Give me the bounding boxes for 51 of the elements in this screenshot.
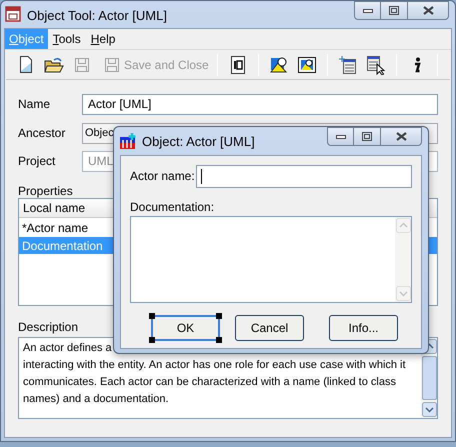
folder-icon <box>44 56 64 72</box>
scroll-thumb[interactable] <box>422 356 436 400</box>
dialog-button[interactable]: Cancel <box>235 315 304 341</box>
dialog-title: Object: Actor [UML] <box>142 133 255 151</box>
new-form-icon <box>338 56 357 74</box>
project-label: Project <box>18 153 56 170</box>
maximize-button[interactable] <box>381 1 407 20</box>
minimize-button[interactable] <box>354 1 381 20</box>
image-icon <box>270 56 288 72</box>
window-title: Object Tool: Actor [UML] <box>27 7 167 25</box>
minimize-icon <box>362 8 372 12</box>
description-text: An actor defines a interacting with the entity. An actor has one role for each use case with which it communicates. Each actor can be characterized with a name (linked to class names) and a documentation. <box>22 341 407 407</box>
text-cursor <box>201 168 202 184</box>
save-icon <box>104 56 120 72</box>
minimize-icon <box>336 134 346 138</box>
save-icon <box>74 56 90 72</box>
framed-image-icon <box>298 56 316 72</box>
scroll-down-icon <box>396 286 410 301</box>
actor-name-label: Actor name: <box>130 168 196 185</box>
new-file-icon <box>19 56 33 73</box>
info-icon <box>412 56 421 72</box>
documentation-scrollbar[interactable] <box>395 217 411 302</box>
select-form-button[interactable] <box>364 54 387 76</box>
id-card-icon <box>230 56 245 74</box>
dialog-button[interactable]: OK <box>151 315 220 341</box>
properties-label: Properties <box>18 183 73 197</box>
ancestor-label: Ancestor <box>18 125 66 142</box>
maximize-icon <box>389 6 399 15</box>
maximize-icon <box>362 132 372 141</box>
scroll-down-icon <box>422 402 436 417</box>
app-icon <box>120 133 136 149</box>
minimize-button[interactable] <box>327 127 354 146</box>
name-label: Name <box>18 96 52 113</box>
app-icon <box>5 6 21 22</box>
close-button[interactable] <box>407 1 449 20</box>
close-icon <box>396 132 406 141</box>
name-field[interactable]: Actor [UML] <box>82 94 438 114</box>
form-cursor-icon <box>366 54 386 74</box>
dialog-button[interactable]: Info... <box>329 315 398 341</box>
menu-item[interactable]: Help <box>86 29 120 49</box>
actor-name-field[interactable] <box>196 164 412 188</box>
maximize-button[interactable] <box>354 127 380 146</box>
description-label: Description <box>18 319 78 332</box>
new-form-button[interactable] <box>336 54 359 76</box>
scroll-up-icon <box>396 218 410 233</box>
menu-item[interactable]: Tools <box>48 29 86 49</box>
close-icon <box>422 6 434 15</box>
documentation-field[interactable] <box>130 216 412 303</box>
documentation-label: Documentation: <box>130 199 214 212</box>
close-button[interactable] <box>380 127 422 146</box>
description-scrollbar[interactable] <box>421 338 437 418</box>
